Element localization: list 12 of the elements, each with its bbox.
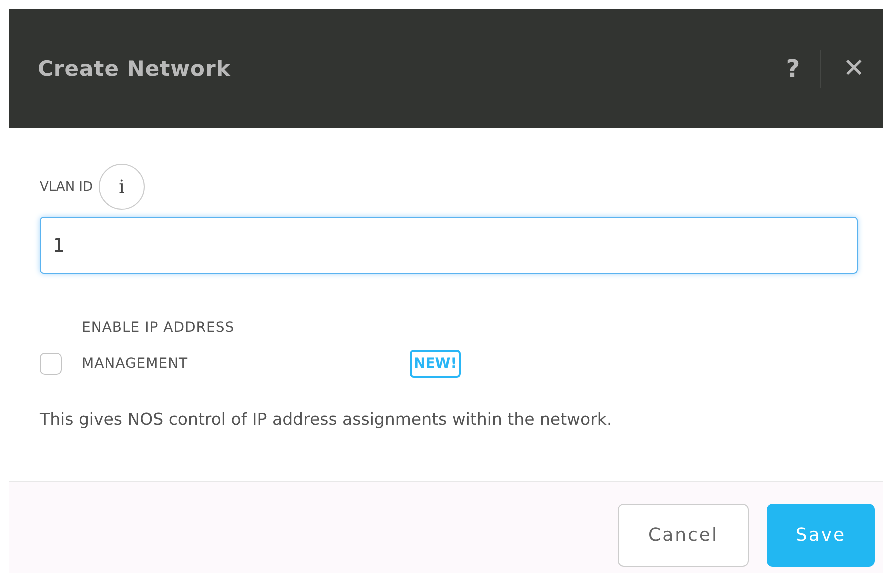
window-title: Create Network (38, 56, 231, 80)
input-field[interactable]: 1 (40, 217, 858, 274)
info-button[interactable]: i (99, 164, 146, 210)
checkbox-label: ENABLE IP ADDRESS (82, 320, 236, 336)
help-button[interactable]: ? (786, 54, 800, 82)
new-badge: NEW! (410, 350, 462, 378)
checkbox-label: MANAGEMENT (82, 356, 190, 372)
description-text: This gives NOS control of IP address assignments within the network. (40, 410, 614, 429)
field-label: VLAN ID (40, 180, 94, 194)
checkbox[interactable] (40, 353, 62, 375)
cancel-button[interactable]: Cancel (618, 504, 749, 567)
close-button[interactable]: ✕ (843, 54, 865, 84)
